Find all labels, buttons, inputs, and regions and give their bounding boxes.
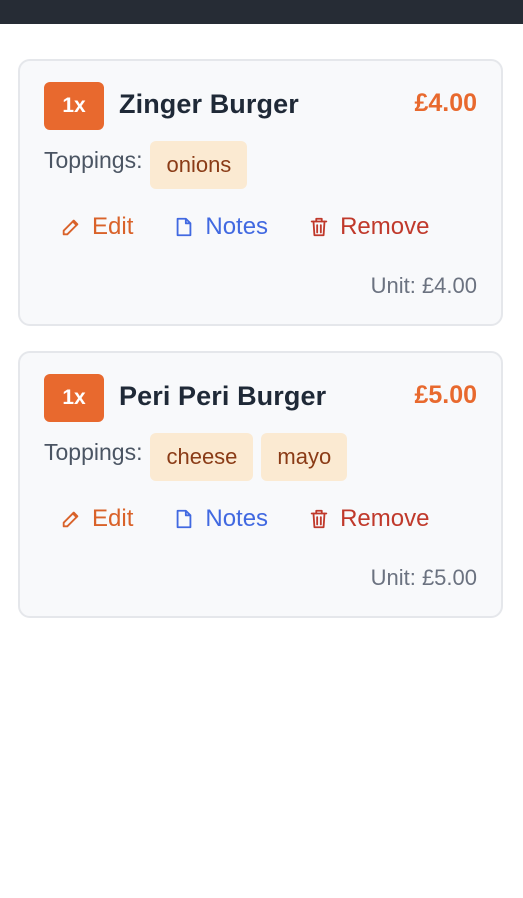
quantity-badge[interactable]: 1x xyxy=(44,374,104,422)
unit-price: Unit: £5.00 xyxy=(370,565,477,590)
pencil-icon xyxy=(62,511,79,528)
edit-label: Edit xyxy=(92,505,134,532)
topping-chip: mayo xyxy=(261,433,348,481)
quantity-badge[interactable]: 1x xyxy=(44,82,104,130)
edit-button[interactable]: Edit xyxy=(60,505,133,533)
trash-icon xyxy=(310,217,328,237)
item-name: Zinger Burger xyxy=(119,89,299,119)
notes-button[interactable]: Notes xyxy=(173,213,268,241)
item-actions: Edit Notes Remove xyxy=(60,213,429,241)
item-name: Peri Peri Burger xyxy=(119,381,327,411)
toppings-row: Toppings: onions xyxy=(44,141,255,189)
document-icon xyxy=(177,217,192,237)
document-icon xyxy=(177,509,192,529)
pencil-icon xyxy=(62,219,79,236)
notes-button[interactable]: Notes xyxy=(173,505,268,533)
cart-item-card: 1x Peri Peri Burger £5.00 Toppings: chee… xyxy=(18,351,503,618)
cart-item-card: 1x Zinger Burger £4.00 Toppings: onions … xyxy=(18,59,503,326)
cart-items-list: 1x Zinger Burger £4.00 Toppings: onions … xyxy=(18,59,503,643)
edit-label: Edit xyxy=(92,213,134,240)
toppings-label: Toppings: xyxy=(44,439,143,465)
remove-label: Remove xyxy=(340,213,430,240)
remove-label: Remove xyxy=(340,505,430,532)
notes-label: Notes xyxy=(205,213,269,240)
toppings-label: Toppings: xyxy=(44,147,143,173)
item-price: £5.00 xyxy=(414,381,477,409)
item-price: £4.00 xyxy=(414,89,477,117)
remove-button[interactable]: Remove xyxy=(308,213,429,241)
edit-button[interactable]: Edit xyxy=(60,213,133,241)
unit-price: Unit: £4.00 xyxy=(370,273,477,298)
topping-chip: cheese xyxy=(150,433,254,481)
top-bar xyxy=(0,0,523,24)
notes-label: Notes xyxy=(205,505,269,532)
topping-chip: onions xyxy=(150,141,248,189)
item-actions: Edit Notes Remove xyxy=(60,505,429,533)
trash-icon xyxy=(310,509,328,529)
remove-button[interactable]: Remove xyxy=(308,505,429,533)
toppings-row: Toppings: cheese mayo xyxy=(44,433,355,481)
